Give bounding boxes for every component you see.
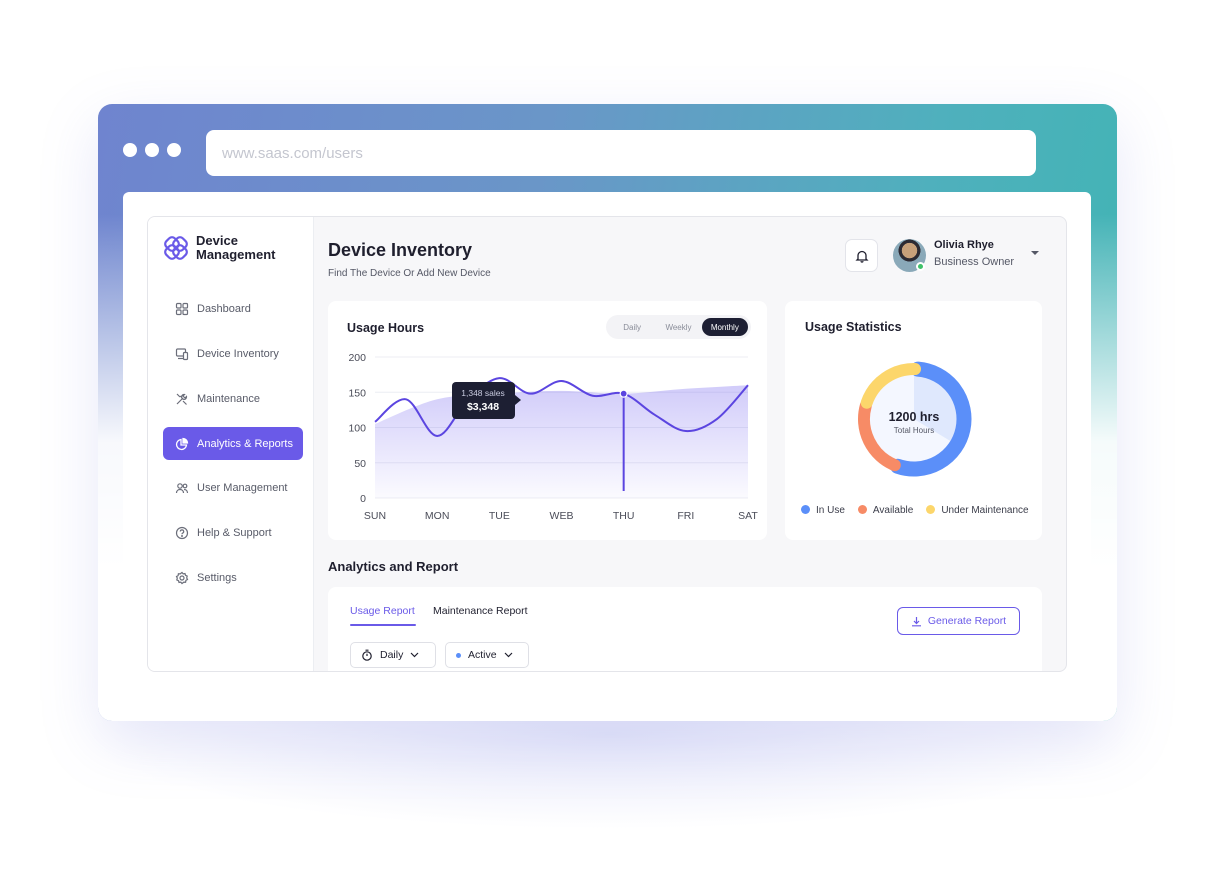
tab-maintenance-report[interactable]: Maintenance Report bbox=[433, 605, 528, 617]
y-tick-label: 0 bbox=[360, 493, 366, 505]
brand-line2: Management bbox=[196, 247, 276, 262]
download-icon bbox=[911, 616, 921, 626]
sidebar-item-settings[interactable]: Settings bbox=[163, 561, 303, 594]
donut-total-value: 1200 hrs bbox=[889, 410, 940, 424]
gear-icon bbox=[175, 571, 189, 584]
y-tick-label: 200 bbox=[348, 352, 366, 364]
section-title: Analytics and Report bbox=[328, 559, 459, 574]
grid-icon bbox=[175, 302, 189, 315]
sidebar-item-help-support[interactable]: Help & Support bbox=[163, 516, 303, 549]
x-tick-label: THU bbox=[613, 510, 635, 522]
page-subtitle: Find The Device Or Add New Device bbox=[328, 268, 491, 279]
sidebar: Device Management Dashboard Device Inven… bbox=[148, 217, 314, 671]
legend-in-use: In Use bbox=[801, 505, 845, 516]
user-role: Business Owner bbox=[934, 256, 1015, 268]
chart-tooltip: 1,348 sales $3,348 bbox=[452, 382, 521, 419]
status-dot-icon bbox=[456, 652, 461, 658]
sidebar-item-analytics-reports[interactable]: Analytics & Reports bbox=[163, 427, 303, 460]
online-status-dot bbox=[916, 262, 925, 271]
users-icon bbox=[175, 482, 189, 493]
brand-name: Device Management bbox=[196, 234, 275, 262]
stopwatch-icon bbox=[362, 649, 372, 661]
y-tick-label: 50 bbox=[354, 458, 366, 470]
sidebar-item-dashboard[interactable]: Dashboard bbox=[163, 292, 303, 325]
x-tick-label: WEB bbox=[550, 510, 574, 522]
y-tick-label: 150 bbox=[348, 387, 366, 399]
sidebar-item-label: Settings bbox=[197, 571, 237, 584]
legend-under-maintenance: Under Maintenance bbox=[926, 505, 1029, 516]
x-tick-label: MON bbox=[425, 510, 450, 522]
generate-report-label: Generate Report bbox=[927, 615, 1007, 627]
period-filter-value: Daily bbox=[380, 649, 404, 661]
status-filter-value: Active bbox=[468, 649, 497, 661]
sidebar-item-device-inventory[interactable]: Device Inventory bbox=[163, 337, 303, 370]
sidebar-item-label: Analytics & Reports bbox=[197, 437, 293, 450]
generate-report-button[interactable]: Generate Report bbox=[897, 607, 1020, 635]
sidebar-item-label: User Management bbox=[197, 481, 288, 494]
window-dot-2[interactable] bbox=[145, 143, 159, 157]
sidebar-item-maintenance[interactable]: Maintenance bbox=[163, 382, 303, 415]
devices-icon bbox=[175, 347, 189, 360]
tools-icon bbox=[176, 393, 188, 405]
help-icon bbox=[175, 526, 189, 539]
sidebar-item-label: Help & Support bbox=[197, 526, 272, 539]
sidebar-item-label: Device Inventory bbox=[197, 347, 279, 360]
legend-label: Available bbox=[872, 505, 914, 516]
period-filter-dropdown[interactable]: Daily bbox=[350, 642, 436, 668]
chevron-down-icon[interactable] bbox=[1030, 249, 1040, 257]
usage-donut-chart: 1200 hrs Total Hours bbox=[858, 361, 972, 477]
x-tick-label: TUE bbox=[489, 510, 510, 522]
legend-available: Available bbox=[857, 505, 914, 516]
x-tick-label: SUN bbox=[364, 510, 386, 522]
sidebar-item-label: Maintenance bbox=[197, 392, 260, 405]
bell-icon bbox=[854, 250, 869, 263]
chevron-down-icon bbox=[410, 652, 419, 658]
url-text: www.saas.com/users bbox=[222, 144, 363, 162]
app-frame: Device Management Dashboard Device Inven… bbox=[147, 216, 1067, 672]
legend-label: In Use bbox=[816, 505, 845, 516]
address-bar[interactable]: www.saas.com/users bbox=[206, 130, 1036, 176]
tab-usage-report[interactable]: Usage Report bbox=[350, 605, 415, 617]
donut-legend: In Use Available Under Maintenance bbox=[801, 505, 1029, 516]
highlight-point bbox=[619, 389, 628, 398]
y-tick-label: 100 bbox=[348, 423, 366, 435]
x-tick-label: FRI bbox=[677, 510, 694, 522]
status-filter-dropdown[interactable]: Active bbox=[445, 642, 529, 668]
legend-label: Under Maintenance bbox=[941, 505, 1029, 516]
chevron-down-icon bbox=[504, 652, 513, 658]
report-card: Usage Report Maintenance Report Generate… bbox=[328, 587, 1042, 671]
tab-active-indicator bbox=[350, 624, 416, 626]
usage-hours-chart: 0 50 100 150 200 SUN MON TUE WEB THU FRI SAT 1,348 s… bbox=[348, 352, 758, 522]
sidebar-item-label: Dashboard bbox=[197, 302, 251, 315]
usage-area-series bbox=[375, 385, 748, 498]
brand-line1: Device bbox=[196, 233, 238, 248]
usage-statistics-card: Usage Statistics 1200 hrs Total Hours In … bbox=[785, 301, 1042, 540]
donut-total-label: Total Hours bbox=[894, 426, 934, 435]
logo-icon bbox=[164, 236, 188, 260]
brand[interactable]: Device Management bbox=[163, 234, 275, 262]
pie-chart-icon bbox=[175, 437, 189, 450]
user-name: Olivia Rhye bbox=[934, 239, 994, 251]
x-tick-label: SAT bbox=[738, 510, 758, 522]
tooltip-sales: 1,348 sales bbox=[461, 388, 504, 398]
notifications-button[interactable] bbox=[845, 239, 878, 272]
sidebar-item-user-management[interactable]: User Management bbox=[163, 471, 303, 504]
page-title: Device Inventory bbox=[328, 240, 473, 260]
window-dot-3[interactable] bbox=[167, 143, 181, 157]
window-dot-1[interactable] bbox=[123, 143, 137, 157]
usage-hours-card: Usage Hours Daily Weekly Monthly 0 50 100 1… bbox=[328, 301, 767, 540]
tooltip-amount: $3,348 bbox=[467, 401, 499, 413]
